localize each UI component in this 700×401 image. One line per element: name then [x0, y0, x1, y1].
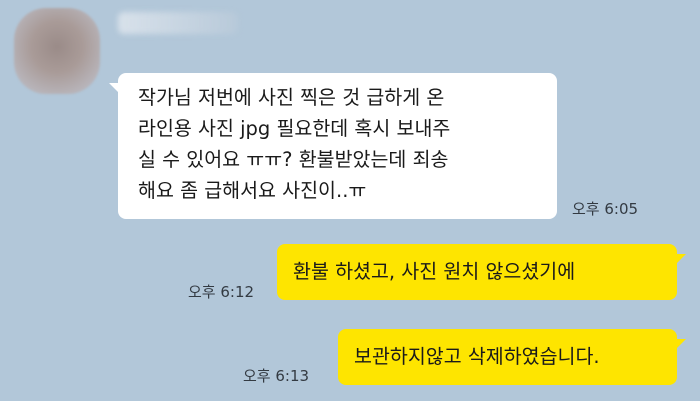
message-timestamp: 오후 6:13 — [243, 367, 310, 385]
outgoing-message-bubble[interactable]: 보관하지않고 삭제하였습니다. — [338, 329, 686, 385]
message-timestamp: 오후 6:05 — [572, 200, 639, 218]
message-timestamp: 오후 6:12 — [188, 283, 255, 301]
sender-name — [118, 12, 238, 34]
message-text: 환불 하셨고, 사진 원치 않으셨기에 — [293, 260, 576, 283]
message-text: 보관하지않고 삭제하였습니다. — [354, 345, 600, 368]
incoming-message-bubble[interactable]: 작가님 저번에 사진 찍은 것 급하게 온 라인용 사진 jpg 필요한데 혹시… — [109, 73, 557, 219]
message-line: 작가님 저번에 사진 찍은 것 급하게 온 — [138, 86, 445, 109]
message-line: 라인용 사진 jpg 필요한데 혹시 보내주 — [138, 117, 451, 140]
message-line: 실 수 있어요 ㅠㅠ? 환불받았는데 죄송 — [138, 148, 449, 171]
message-line: 해요 좀 급해서요 사진이..ㅠ — [138, 179, 367, 202]
outgoing-message-bubble[interactable]: 환불 하셨고, 사진 원치 않으셨기에 — [277, 244, 686, 300]
sender-avatar[interactable] — [14, 8, 100, 94]
